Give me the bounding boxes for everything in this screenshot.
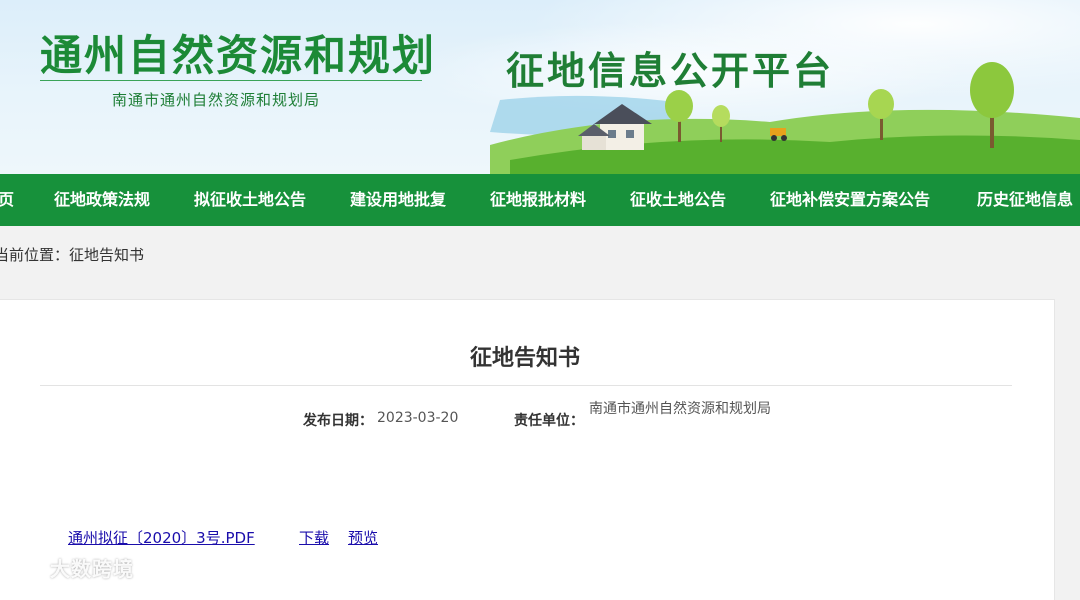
header-banner: 通州自然资源和规划 南通市通州自然资源和规划局 征地信息公开平台: [0, 0, 1080, 174]
site-subtitle: 南通市通州自然资源和规划局: [112, 91, 321, 109]
nav-item-compensation[interactable]: 征地补偿安置方案公告: [770, 174, 930, 226]
breadcrumb: 当前位置：征地告知书: [0, 244, 144, 265]
unit-label: 责任单位：: [514, 413, 584, 429]
site-title-underline: [40, 80, 422, 81]
watermark-logo-icon: [8, 554, 44, 576]
breadcrumb-prefix: 当前位置：: [0, 246, 70, 264]
nav-item-expropriation-notice[interactable]: 征收土地公告: [630, 174, 726, 226]
nav-item-materials[interactable]: 征地报批材料: [490, 174, 586, 226]
attachment-file-link[interactable]: 通州拟征〔2020〕3号.PDF: [68, 527, 255, 548]
nav-item-history[interactable]: 历史征地信息: [977, 174, 1073, 226]
publish-date: 2023-03-20: [377, 410, 459, 426]
main-nav: 页 征地政策法规 拟征收土地公告 建设用地批复 征地报批材料 征收土地公告 征地…: [0, 174, 1080, 226]
site-title: 通州自然资源和规划: [40, 31, 437, 80]
download-link[interactable]: 下载: [299, 527, 329, 548]
nav-item-approval[interactable]: 建设用地批复: [350, 174, 446, 226]
page-title: 征地告知书: [469, 346, 580, 371]
responsible-unit: 南通市通州自然资源和规划局: [589, 401, 771, 417]
nav-item-policy[interactable]: 征地政策法规: [54, 174, 150, 226]
publish-date-label: 发布日期：: [303, 413, 373, 429]
breadcrumb-current[interactable]: 征地告知书: [69, 246, 144, 264]
title-divider: [40, 385, 1012, 386]
landscape-illustration: [490, 62, 1080, 174]
nav-item-proposed-notice[interactable]: 拟征收土地公告: [194, 174, 306, 226]
nav-item-home[interactable]: 页: [0, 174, 14, 226]
watermark: 大数跨境: [8, 552, 134, 582]
watermark-text: 大数跨境: [50, 556, 134, 581]
preview-link[interactable]: 预览: [348, 527, 378, 548]
